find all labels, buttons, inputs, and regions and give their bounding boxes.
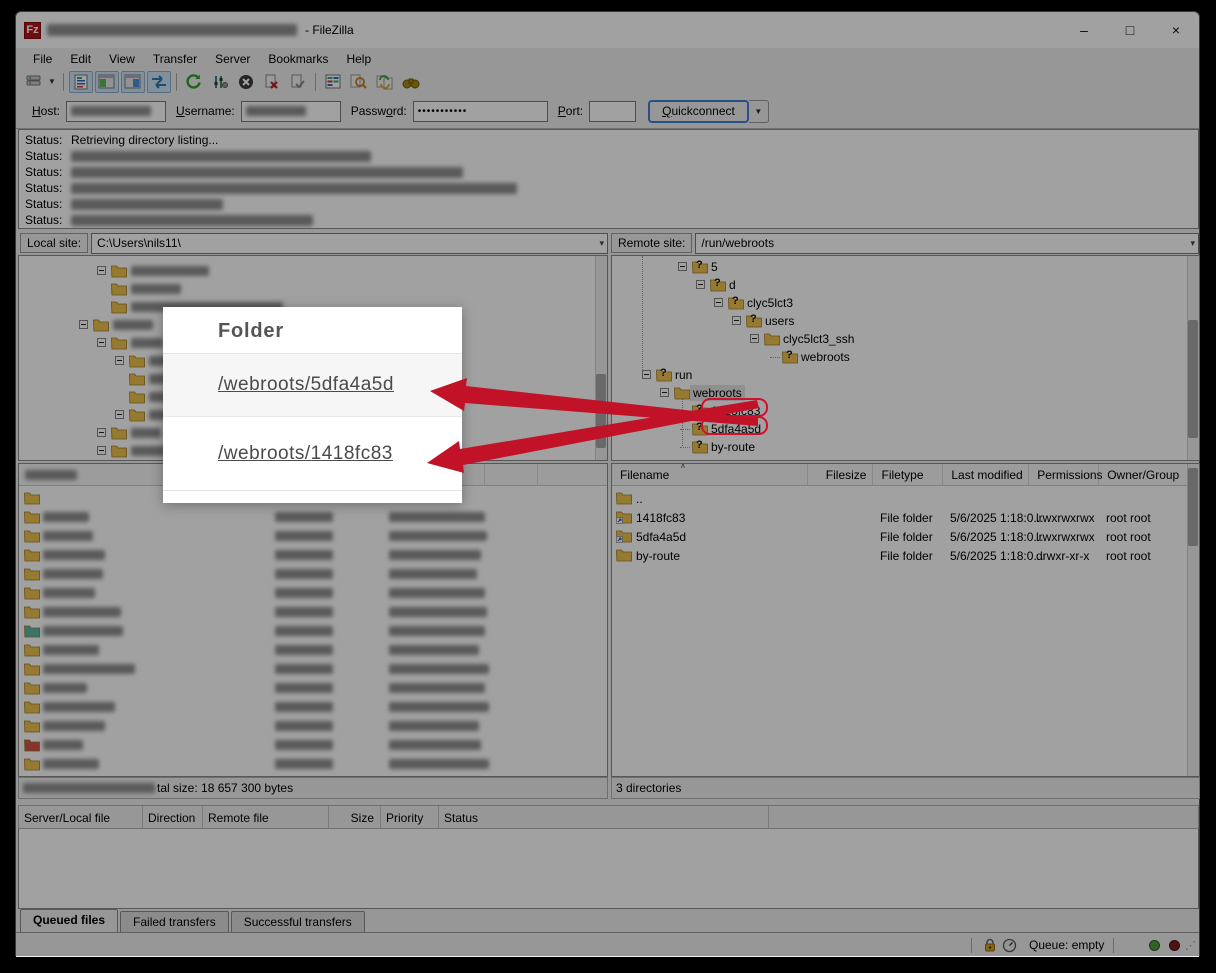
- card-footer: [163, 490, 462, 502]
- card-row: /webroots/5dfa4a5d: [163, 353, 462, 417]
- card-title: Folder: [163, 307, 462, 353]
- card-row: /webroots/1418fc83: [163, 417, 462, 490]
- folder-annotation-card: Folder /webroots/5dfa4a5d /webroots/1418…: [163, 307, 462, 503]
- webroots-5dfa4a5d-link[interactable]: /webroots/5dfa4a5d: [218, 374, 394, 396]
- webroots-1418fc83-link[interactable]: /webroots/1418fc83: [218, 443, 393, 465]
